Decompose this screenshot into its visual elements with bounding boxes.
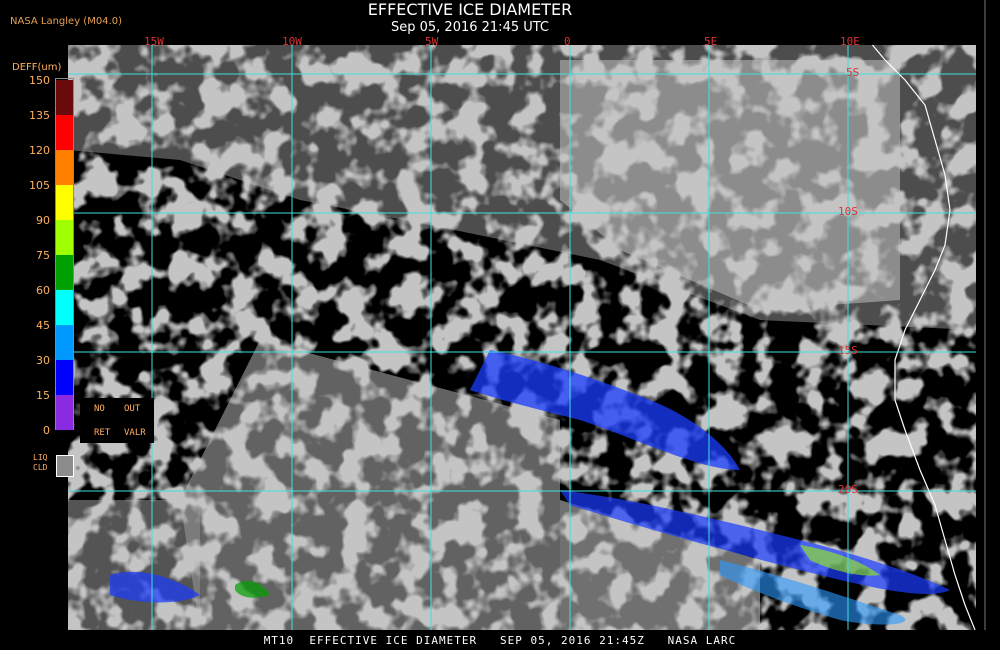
satellite-map: [68, 0, 986, 630]
legend-tick-label: 15: [36, 389, 50, 402]
legend-color-swatch: [56, 290, 73, 325]
map-title: EFFECTIVE ICE DIAMETER: [367, 0, 573, 19]
lon-label-5w: 5W: [425, 35, 439, 48]
lon-label-5e: 5E: [704, 35, 718, 48]
legend-tick-label: 90: [36, 214, 50, 227]
legend-color-swatch: [56, 115, 73, 150]
map-footer: MT10 EFFECTIVE ICE DIAMETER SEP 05, 2016…: [263, 634, 737, 647]
legend-tick-label: 150: [29, 74, 50, 87]
map-timestamp: Sep 05, 2016 21:45 UTC: [390, 20, 550, 35]
liquid-cloud-swatch: [56, 455, 74, 477]
retrieval-codes-box: NO OUT RET VALR: [80, 398, 154, 443]
producer-credit: NASA Langley (M04.0): [10, 16, 122, 27]
legend-tick-label: 0: [43, 424, 50, 437]
code-no: NO: [94, 404, 105, 414]
code-valr: VALR: [124, 428, 146, 438]
legend-color-swatch: [56, 220, 73, 255]
legend-color-swatch: [56, 360, 73, 395]
lon-label-10e: 10E: [840, 35, 860, 48]
lat-label-20s: 20S: [838, 483, 858, 496]
legend-color-swatch: [56, 325, 73, 360]
legend-color-swatch: [56, 150, 73, 185]
liquid-cloud-label-line1: LIQ: [33, 453, 48, 462]
lat-label-10s: 10S: [838, 205, 858, 218]
legend-tick-label: 45: [36, 319, 50, 332]
legend-color-swatch: [56, 80, 73, 115]
legend-color-swatch: [56, 255, 73, 290]
legend-tick-label: 135: [29, 109, 50, 122]
legend-color-swatch: [56, 185, 73, 220]
lon-label-0: 0: [564, 35, 571, 48]
legend-title: DEFF(um): [12, 62, 62, 73]
lon-label-15w: 15W: [144, 35, 164, 48]
legend-tick-label: 30: [36, 354, 50, 367]
lon-label-10w: 10W: [282, 35, 302, 48]
legend-color-swatch: [56, 395, 73, 430]
legend-tick-label: 105: [29, 179, 50, 192]
liquid-cloud-label-line2: CLD: [33, 463, 48, 472]
legend-tick-label: 60: [36, 284, 50, 297]
legend-tick-label: 75: [36, 249, 50, 262]
cloud-texture: [68, 45, 976, 630]
legend-tick-label: 120: [29, 144, 50, 157]
code-ret: RET: [94, 428, 111, 438]
liquid-cloud-label: LIQ CLD: [33, 453, 47, 473]
lat-label-15s: 15S: [838, 344, 858, 357]
code-out: OUT: [124, 404, 141, 414]
lat-label-5s: 5S: [846, 66, 860, 79]
